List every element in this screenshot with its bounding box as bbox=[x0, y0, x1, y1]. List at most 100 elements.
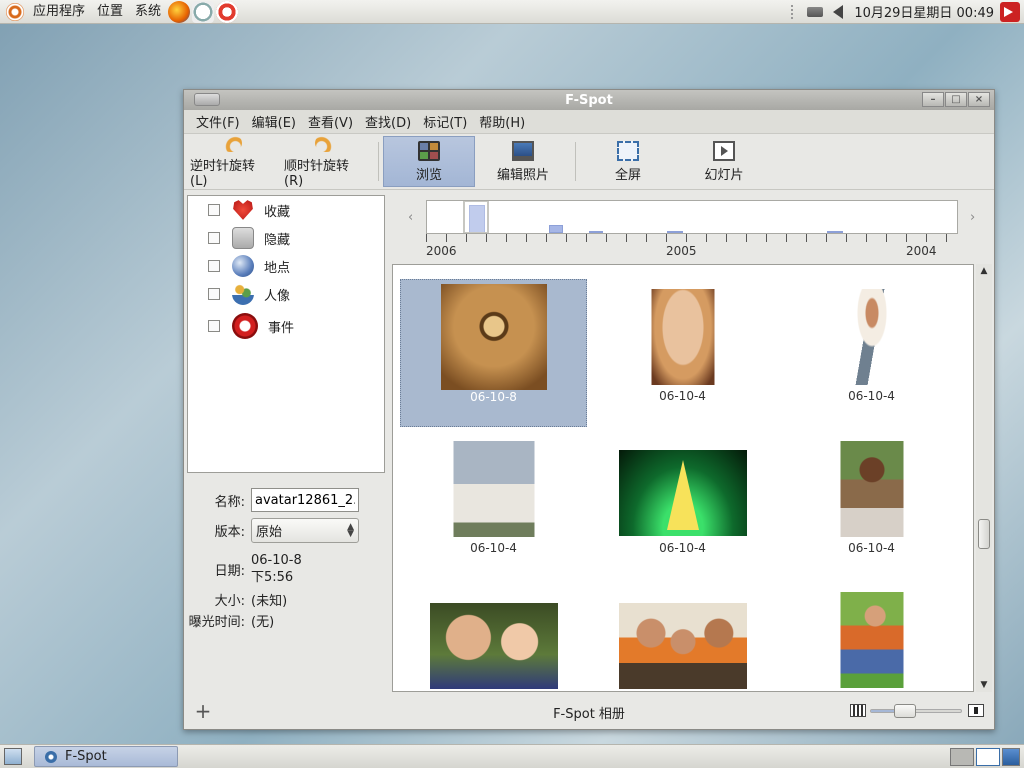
menu-help[interactable]: 帮助(H) bbox=[473, 112, 531, 131]
photo-cell[interactable]: 06-10-4 bbox=[589, 279, 776, 427]
menu-tags[interactable]: 标记(T) bbox=[417, 112, 473, 131]
exposure-label: 曝光时间: bbox=[188, 615, 245, 630]
timeline-right-arrow-icon[interactable]: › bbox=[970, 210, 975, 225]
globe-icon bbox=[232, 255, 254, 277]
rotate-left-button[interactable]: 逆时针旋转(L) bbox=[184, 134, 278, 189]
timeline-year: 2004 bbox=[906, 244, 937, 258]
photo-thumbnail[interactable] bbox=[618, 450, 747, 536]
help-icon[interactable] bbox=[216, 0, 239, 23]
timeline-left-arrow-icon[interactable]: ‹ bbox=[408, 210, 413, 225]
tag-checkbox[interactable] bbox=[208, 232, 220, 244]
firefox-icon[interactable] bbox=[168, 0, 191, 23]
menu-bar: 文件(F) 编辑(E) 查看(V) 查找(D) 标记(T) 帮助(H) bbox=[184, 110, 994, 134]
photo-thumbnail[interactable] bbox=[618, 603, 747, 689]
tag-checkbox[interactable] bbox=[208, 288, 220, 300]
zoom-slider-handle[interactable] bbox=[894, 704, 917, 718]
date-value: 06-10-8 bbox=[251, 553, 302, 568]
photo-thumbnail[interactable] bbox=[453, 441, 534, 537]
menu-edit[interactable]: 编辑(E) bbox=[246, 112, 302, 131]
tag-row-people[interactable]: 人像 bbox=[188, 280, 384, 308]
photo-grid[interactable]: 06-10-8 06-10-4 06-10-4 06-10-4 06-10-4 … bbox=[392, 264, 974, 692]
zoom-slider[interactable] bbox=[870, 704, 962, 718]
tray-grip-icon bbox=[791, 4, 797, 19]
menu-find[interactable]: 查找(D) bbox=[359, 112, 417, 131]
title-bar[interactable]: F-Spot – □ × bbox=[184, 90, 994, 110]
photo-thumbnail[interactable] bbox=[840, 289, 903, 385]
clock[interactable]: 10月29日星期日 00:49 bbox=[848, 2, 1000, 21]
menu-view[interactable]: 查看(V) bbox=[302, 112, 359, 131]
updown-icon: ▲ ▼ bbox=[347, 521, 354, 539]
panel-tray: 10月29日星期日 00:49 bbox=[786, 0, 1024, 24]
minimize-button[interactable]: – bbox=[922, 92, 944, 107]
photo-cell[interactable]: 06-10-4 bbox=[778, 279, 965, 427]
tag-label: 隐藏 bbox=[264, 232, 291, 248]
timeline-selection-handle[interactable] bbox=[463, 201, 489, 233]
tag-checkbox[interactable] bbox=[208, 204, 220, 216]
volume-icon[interactable] bbox=[833, 4, 844, 19]
top-panel: 应用程序 位置 系统 10月29日星期日 00:49 bbox=[0, 0, 1024, 24]
menu-system[interactable]: 系统 bbox=[129, 0, 167, 24]
photo-cell[interactable]: 06-10-8 bbox=[400, 279, 587, 427]
logout-icon[interactable] bbox=[1000, 1, 1020, 22]
close-button[interactable]: × bbox=[968, 92, 990, 107]
tag-checkbox[interactable] bbox=[208, 320, 220, 332]
rotate-left-icon bbox=[220, 134, 242, 152]
timeline[interactable]: ‹ › 2006 2005 2004 bbox=[394, 196, 986, 266]
scrollbar-thumb[interactable] bbox=[978, 519, 990, 549]
tag-checkbox[interactable] bbox=[208, 260, 220, 272]
photo-thumbnail[interactable] bbox=[429, 603, 558, 689]
tag-row-places[interactable]: 地点 bbox=[188, 252, 384, 280]
rotate-right-button[interactable]: 顺时针旋转(R) bbox=[278, 134, 374, 189]
photo-caption: 06-10-8 bbox=[470, 390, 517, 404]
fullscreen-label: 全屏 bbox=[614, 167, 641, 183]
date-label: 日期: bbox=[214, 564, 245, 579]
version-label: 版本: bbox=[214, 525, 245, 540]
mail-icon[interactable] bbox=[192, 0, 215, 23]
version-select[interactable]: 原始 ▲ ▼ bbox=[251, 518, 359, 543]
workspace-2[interactable] bbox=[976, 748, 1000, 766]
maximize-button[interactable]: □ bbox=[945, 92, 967, 107]
tag-label: 人像 bbox=[264, 288, 291, 304]
menu-applications[interactable]: 应用程序 bbox=[27, 0, 91, 24]
info-panel: 名称: 版本: 原始 ▲▼ 日期: 06-10-8 下5:56 大小: (未知)… bbox=[187, 478, 385, 688]
photo-cell[interactable]: 06-10-4 bbox=[589, 431, 776, 579]
tag-row-events[interactable]: 事件 bbox=[188, 308, 384, 344]
vertical-scrollbar[interactable]: ▲ ▼ bbox=[976, 264, 992, 692]
size-value: (未知) bbox=[251, 594, 288, 609]
photo-cell[interactable] bbox=[778, 583, 965, 691]
trash-icon[interactable] bbox=[1002, 748, 1020, 766]
photo-thumbnail[interactable] bbox=[440, 284, 547, 390]
photo-thumbnail[interactable] bbox=[651, 289, 714, 385]
timeline-ticks bbox=[426, 234, 958, 242]
scroll-down-arrow-icon[interactable]: ▼ bbox=[976, 678, 992, 692]
tag-row-favorites[interactable]: 收藏 bbox=[188, 196, 384, 224]
window-menu-button[interactable] bbox=[194, 93, 220, 106]
scroll-up-arrow-icon[interactable]: ▲ bbox=[976, 264, 992, 278]
show-desktop-icon[interactable] bbox=[4, 748, 22, 765]
timeline-year: 2005 bbox=[666, 244, 697, 258]
zoom-in-icon[interactable] bbox=[968, 704, 984, 717]
timeline-histogram[interactable] bbox=[426, 200, 958, 234]
slideshow-button[interactable]: 幻灯片 bbox=[676, 134, 772, 189]
version-value: 原始 bbox=[256, 525, 283, 540]
fullscreen-button[interactable]: 全屏 bbox=[580, 134, 676, 189]
menu-places[interactable]: 位置 bbox=[91, 0, 129, 24]
taskbar-button-fspot[interactable]: F-Spot bbox=[34, 746, 178, 767]
network-icon[interactable] bbox=[807, 6, 824, 17]
taskbar-label: F-Spot bbox=[65, 749, 107, 764]
photo-cell[interactable] bbox=[400, 583, 587, 691]
browse-button[interactable]: 浏览 bbox=[383, 136, 475, 187]
photo-cell[interactable]: 06-10-4 bbox=[778, 431, 965, 579]
photo-cell[interactable]: 06-10-4 bbox=[400, 431, 587, 579]
ubuntu-logo-icon[interactable] bbox=[6, 2, 24, 21]
menu-file[interactable]: 文件(F) bbox=[190, 112, 246, 131]
photo-thumbnail[interactable] bbox=[840, 441, 903, 537]
zoom-out-icon[interactable] bbox=[850, 704, 866, 717]
tag-row-hidden[interactable]: 隐藏 bbox=[188, 224, 384, 252]
photo-cell[interactable] bbox=[589, 583, 776, 691]
workspace-1[interactable] bbox=[950, 748, 974, 766]
tag-panel: 收藏 隐藏 地点 人像 事件 bbox=[187, 195, 385, 473]
photo-thumbnail[interactable] bbox=[840, 592, 903, 688]
edit-photo-button[interactable]: 编辑照片 bbox=[475, 134, 571, 189]
name-field[interactable] bbox=[251, 488, 359, 512]
